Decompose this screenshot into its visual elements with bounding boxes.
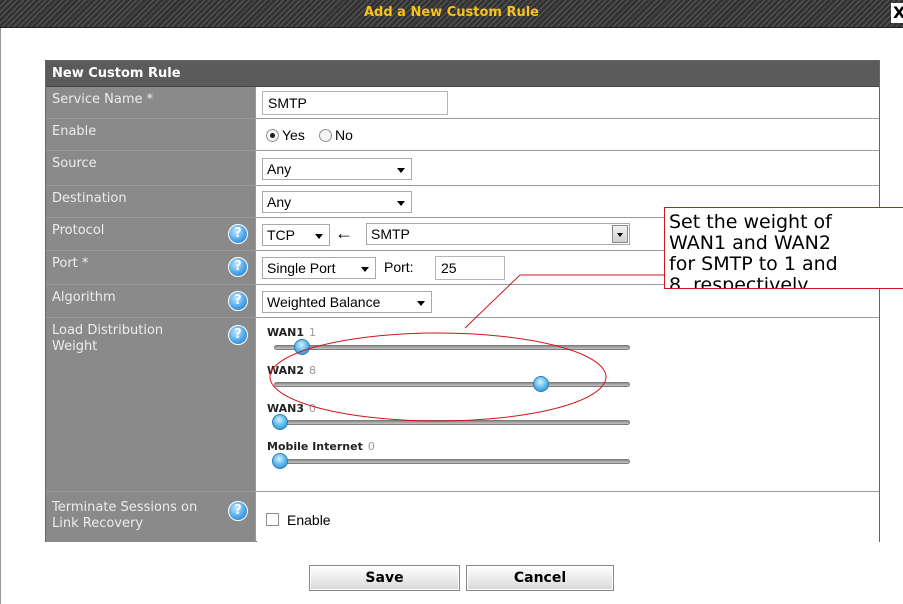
load-distribution-label-text: Load Distribution Weight [52, 323, 164, 354]
wan2-weight-value: 8 [309, 364, 317, 377]
custom-rule-table: New Custom Rule Service Name * SMTP Enab… [45, 60, 880, 542]
service-name-input[interactable]: SMTP [262, 91, 448, 115]
port-label: Port * [46, 251, 256, 284]
algorithm-select-value: Weighted Balance [267, 294, 381, 310]
mobile-internet-weight-value: 0 [367, 440, 375, 453]
wan1-weight-label: WAN1 1 [267, 326, 316, 339]
wan3-slider-track[interactable] [274, 420, 630, 425]
source-select[interactable]: Any [262, 158, 412, 180]
chevron-down-icon [315, 234, 323, 239]
wan2-name: WAN2 [267, 364, 305, 377]
port-number-input[interactable]: 25 [435, 256, 505, 280]
source-label: Source [46, 151, 256, 185]
wan1-slider-track[interactable] [274, 345, 630, 350]
chevron-down-icon [361, 267, 369, 272]
row-enable: Enable Yes No [46, 119, 879, 151]
table-header: New Custom Rule [46, 61, 879, 87]
algorithm-help-icon[interactable]: ? [228, 291, 248, 311]
arrow-left-icon: ← [335, 223, 353, 243]
enable-label: Enable [46, 119, 256, 150]
row-load-distribution: Load Distribution Weight ? WAN1 1 WAN2 8 W… [46, 318, 879, 492]
wan2-slider-track[interactable] [274, 382, 630, 387]
chevron-down-icon [397, 168, 405, 173]
protocol-label: Protocol [46, 218, 256, 250]
row-service-name: Service Name * SMTP [46, 87, 879, 119]
mobile-internet-slider-knob[interactable] [272, 453, 288, 469]
source-select-value: Any [267, 161, 292, 177]
destination-label: Destination [46, 186, 256, 217]
mobile-internet-slider-track[interactable] [274, 459, 630, 464]
destination-select[interactable]: Any [262, 191, 412, 213]
chevron-down-icon [417, 301, 425, 306]
chevron-down-icon [397, 201, 405, 206]
dialog-title: Add a New Custom Rule [363, 5, 540, 20]
terminate-sessions-label-text: Terminate Sessions on Link Recovery [52, 500, 198, 531]
destination-select-value: Any [267, 194, 292, 210]
enable-yes-radio[interactable] [266, 129, 279, 142]
wan1-weight-value: 1 [309, 326, 317, 339]
protocol-select[interactable]: TCP [262, 224, 330, 246]
terminate-sessions-label: Terminate Sessions on Link Recovery [46, 492, 256, 542]
enable-no-label: No [335, 127, 353, 143]
terminate-sessions-help-icon[interactable]: ? [228, 501, 248, 521]
port-type-select[interactable]: Single Port [262, 257, 376, 279]
row-source: Source Any [46, 151, 879, 186]
protocol-preset-value: SMTP [371, 226, 410, 242]
protocol-help-icon[interactable]: ? [228, 224, 248, 244]
enable-yes-label: Yes [282, 127, 305, 143]
wan1-name: WAN1 [267, 326, 305, 339]
protocol-preset-select[interactable]: SMTP [366, 223, 630, 245]
annotation-line-1: Set the weight of [669, 211, 832, 233]
service-name-label: Service Name * [46, 87, 256, 118]
row-algorithm: Algorithm ? Weighted Balance [46, 285, 879, 318]
port-type-value: Single Port [267, 260, 336, 276]
mobile-internet-name: Mobile Internet [267, 440, 363, 453]
enable-no-radio[interactable] [319, 129, 332, 142]
wan3-slider-knob[interactable] [272, 414, 288, 430]
weight-sliders: WAN1 1 WAN2 8 WAN3 0 Mobile Internet 0 [257, 318, 879, 491]
close-icon[interactable]: X [891, 3, 903, 23]
load-distribution-label: Load Distribution Weight [46, 318, 256, 491]
wan3-weight-value: 0 [309, 402, 317, 415]
algorithm-label: Algorithm [46, 285, 256, 317]
wan3-name: WAN3 [267, 402, 305, 415]
dialog-left-border [0, 28, 1, 604]
annotation-line-2: WAN1 and WAN2 [669, 232, 831, 254]
mobile-internet-weight-label: Mobile Internet 0 [267, 440, 375, 453]
dialog-titlebar: Add a New Custom Rule X [0, 0, 903, 28]
protocol-select-value: TCP [267, 227, 295, 243]
annotation-line-3: for SMTP to 1 and [669, 253, 838, 275]
annotation-line-4: 8, respectively [669, 274, 809, 289]
wan2-weight-label: WAN2 8 [267, 364, 316, 377]
row-terminate-sessions: Terminate Sessions on Link Recovery ? En… [46, 492, 879, 542]
wan3-weight-label: WAN3 0 [267, 402, 316, 415]
load-distribution-help-icon[interactable]: ? [228, 325, 248, 345]
terminate-sessions-checkbox[interactable] [266, 513, 279, 526]
port-help-icon[interactable]: ? [228, 257, 248, 277]
wan1-slider-knob[interactable] [293, 339, 310, 355]
cancel-button[interactable]: Cancel [466, 565, 614, 591]
terminate-sessions-enable-label: Enable [287, 512, 331, 528]
algorithm-select[interactable]: Weighted Balance [262, 291, 432, 313]
dropdown-arrow-icon[interactable] [612, 225, 628, 243]
wan2-slider-knob[interactable] [533, 376, 550, 392]
save-button[interactable]: Save [309, 565, 460, 591]
port-number-label: Port: [384, 259, 414, 275]
annotation-callout: Set the weight of WAN1 and WAN2 for SMTP… [664, 207, 903, 289]
